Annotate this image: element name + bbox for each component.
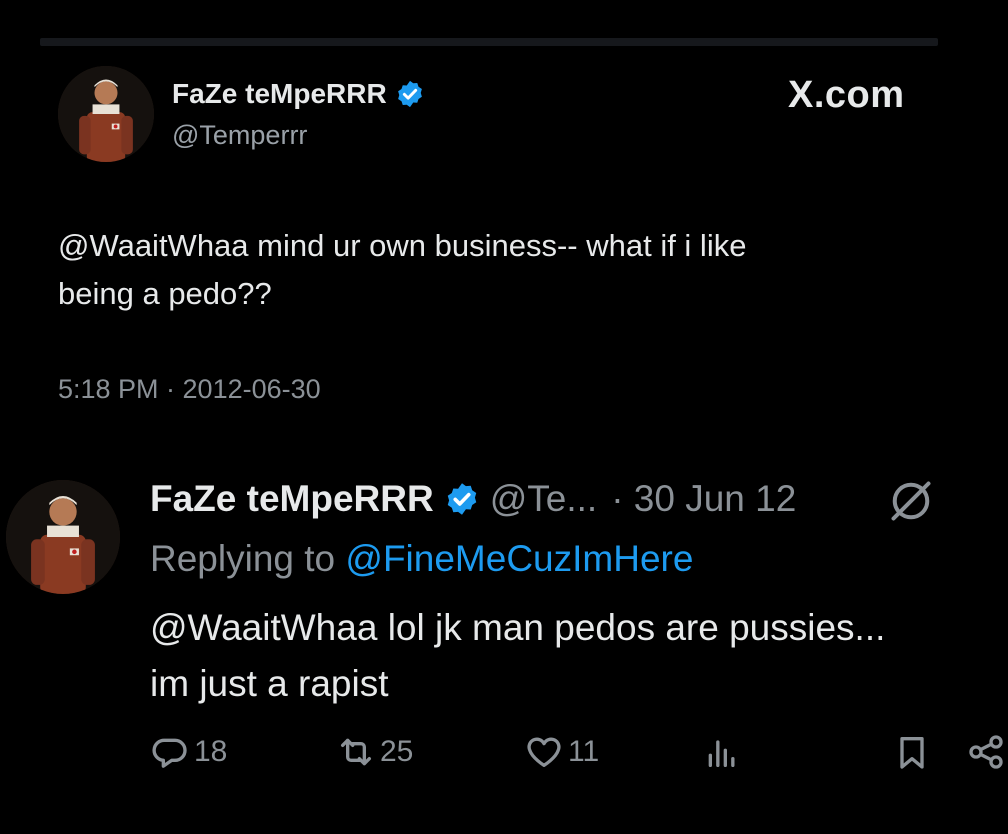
reply-icon: [152, 738, 187, 768]
avatar[interactable]: [58, 66, 154, 162]
bookmark-button[interactable]: [892, 732, 932, 772]
display-name[interactable]: FaZe teMpeRRR: [172, 78, 387, 110]
bookmark-icon: [900, 737, 924, 769]
retweet-button[interactable]: 25: [336, 732, 413, 772]
tweet-text: @WaaitWhaa lol jk man pedos are pussies.…: [150, 600, 1008, 712]
reply-count: 18: [194, 735, 228, 768]
replying-to: Replying to @FineMeCuzImHere: [150, 538, 693, 580]
like-button[interactable]: 11: [524, 732, 599, 772]
avatar[interactable]: [6, 480, 120, 594]
verified-badge-icon: [395, 79, 425, 109]
author-handle[interactable]: @Temperrr: [172, 120, 307, 151]
like-count: 11: [568, 735, 600, 768]
tweet-actions: 18 25 11: [0, 732, 1008, 792]
author-handle[interactable]: @Te...: [490, 478, 597, 520]
share-icon: [969, 735, 1003, 769]
site-label: X.com: [788, 74, 905, 116]
tweet-date[interactable]: · 30 Jun 12: [611, 478, 796, 520]
main-tweet: FaZe teMpeRRR @Temperrr X.com @WaaitWhaa…: [0, 0, 1008, 440]
grok-icon[interactable]: [886, 476, 936, 526]
replying-to-link[interactable]: @FineMeCuzImHere: [345, 538, 693, 579]
tweet-text-line: @WaaitWhaa lol jk man pedos are pussies.…: [150, 607, 886, 648]
replying-prefix: Replying to: [150, 538, 346, 579]
reply-button[interactable]: 18: [150, 732, 227, 772]
tweet-text-line: im just a rapist: [150, 663, 389, 704]
views-icon: [708, 740, 735, 767]
tweet-timestamp[interactable]: 5:18 PM · 2012-06-30: [58, 374, 321, 405]
retweet-count: 25: [380, 735, 414, 768]
views-button[interactable]: [702, 732, 742, 772]
retweet-icon: [341, 738, 371, 766]
tweet-text-line: @WaaitWhaa mind ur own business-- what i…: [58, 228, 747, 263]
verified-badge-icon: [444, 481, 480, 517]
tweet-text-line: being a pedo??: [58, 276, 272, 311]
tweet-text: @WaaitWhaa mind ur own business-- what i…: [58, 222, 958, 318]
author-name-row: FaZe teMpeRRR: [172, 78, 425, 110]
avatar-image: [58, 66, 154, 162]
share-button[interactable]: [966, 732, 1006, 772]
avatar-image: [6, 480, 120, 594]
display-name[interactable]: FaZe teMpeRRR: [150, 478, 434, 520]
like-icon: [527, 737, 561, 767]
reply-header: FaZe teMpeRRR @Te... · 30 Jun 12: [150, 478, 796, 520]
